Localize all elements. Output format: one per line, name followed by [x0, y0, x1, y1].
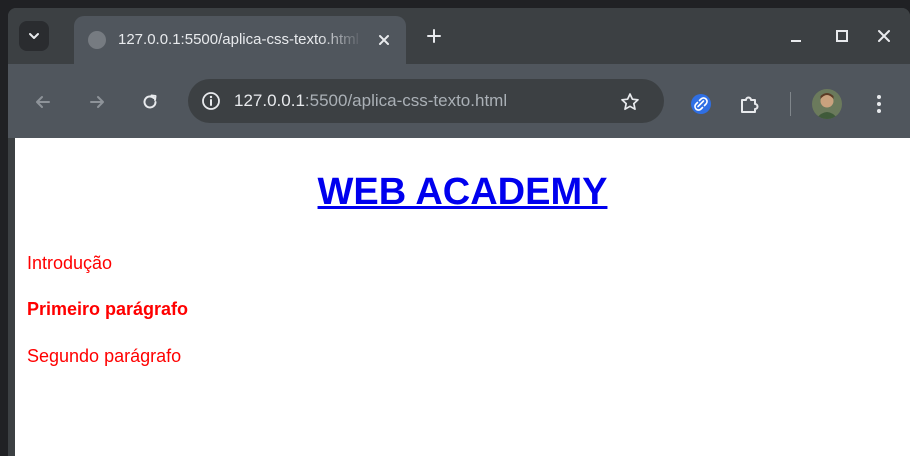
reload-button[interactable]: [135, 87, 165, 117]
puzzle-icon: [741, 96, 759, 113]
arrow-right-icon: [90, 96, 104, 108]
bookmark-button[interactable]: [618, 90, 642, 114]
plus-icon: [427, 29, 441, 43]
close-window-button[interactable]: [872, 24, 896, 48]
tab-active[interactable]: 127.0.0.1:5500/aplica-css-texto.html: [74, 16, 406, 64]
chevron-down-icon: [29, 33, 39, 39]
new-tab-button[interactable]: [422, 24, 446, 48]
globe-icon: [88, 31, 106, 49]
extensions-button[interactable]: [734, 89, 764, 119]
url-host: 127.0.0.1: [234, 91, 305, 110]
address-bar[interactable]: 127.0.0.1:5500/aplica-css-texto.html: [188, 79, 664, 123]
site-info-button[interactable]: [200, 90, 222, 112]
page-viewport: WEB ACADEMY Introdução Primeiro parágraf…: [15, 138, 910, 456]
avatar[interactable]: [812, 89, 842, 119]
address-url[interactable]: 127.0.0.1:5500/aplica-css-texto.html: [234, 90, 507, 112]
star-icon: [621, 93, 639, 111]
browser-window: 127.0.0.1:5500/aplica-css-texto.html 127…: [8, 8, 910, 456]
kebab-menu-icon: [877, 95, 881, 113]
close-icon: [379, 35, 389, 45]
page-title[interactable]: WEB ACADEMY: [15, 170, 910, 214]
minimize-icon: [791, 40, 801, 42]
menu-button[interactable]: [864, 89, 894, 119]
toolbar: 127.0.0.1:5500/aplica-css-texto.html: [8, 64, 910, 138]
info-icon: [202, 92, 220, 110]
arrow-left-icon: [36, 96, 50, 108]
url-path: :5500/aplica-css-texto.html: [304, 91, 508, 110]
profile-picture: [812, 89, 842, 119]
paragraph-segundo: Segundo parágrafo: [27, 346, 182, 366]
forward-button[interactable]: [82, 87, 112, 117]
toolbar-separator: [790, 92, 791, 116]
link-icon: [691, 94, 711, 114]
paragraph-primeiro: Primeiro parágrafo: [27, 299, 189, 319]
paragraph-introducao: Introdução: [27, 253, 113, 273]
reload-icon: [143, 94, 157, 109]
minimize-button[interactable]: [784, 24, 808, 48]
tab-search-button[interactable]: [19, 21, 49, 51]
maximize-icon: [836, 30, 848, 42]
extension-link-button[interactable]: [690, 93, 712, 115]
tab-close-button[interactable]: [374, 30, 394, 50]
tab-title: 127.0.0.1:5500/aplica-css-texto.html: [118, 31, 359, 48]
maximize-button[interactable]: [830, 24, 854, 48]
close-icon: [878, 30, 890, 42]
back-button[interactable]: [28, 87, 58, 117]
tab-strip: 127.0.0.1:5500/aplica-css-texto.html: [8, 8, 910, 64]
